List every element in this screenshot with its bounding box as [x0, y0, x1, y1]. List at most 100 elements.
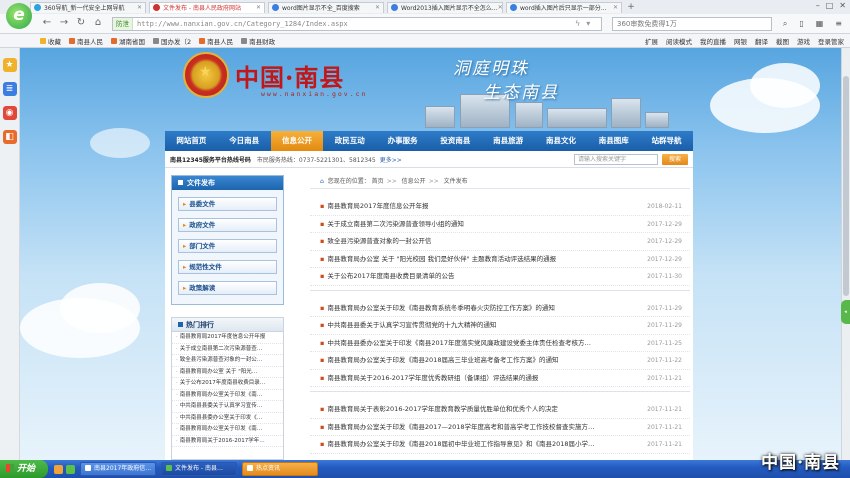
toolbar-extensions[interactable]: 扩展 [645, 36, 658, 46]
hot-item[interactable]: · 中共南县县委关于认真学习宣传… [172, 401, 283, 413]
new-tab-button[interactable]: + [625, 2, 637, 13]
chevron-down-icon[interactable]: ▾ [586, 19, 590, 28]
weibo-icon[interactable]: ◉ [2, 106, 17, 120]
nav-info-public[interactable]: 信息公开 [270, 131, 324, 151]
nav-services[interactable]: 办事服务 [376, 131, 429, 151]
article-row[interactable]: ▪ 中共南县县委关于认真学习宣传贯彻党的十九大精神的通知 2017-11-29 [310, 317, 690, 335]
folder-icon[interactable] [54, 464, 63, 474]
article-row[interactable]: ▪ 南县教育局办公室 关于 "阳光校园 我们是好伙伴" 主题教育活动评选结果的通报… [310, 251, 690, 268]
article-row[interactable]: ▪ 南县教育局关于表彰2016-2017学年度教育教学质量优胜单位和优秀个人的决定… [310, 401, 690, 419]
article-row[interactable]: ▪ 南县教育局办公室关于印发《南县2018届初中毕业班工作指导意见》和《南县201… [310, 436, 690, 454]
nav-culture[interactable]: 南县文化 [535, 131, 588, 151]
close-tab-icon[interactable]: ✕ [256, 4, 261, 11]
article-list-panel: ⌂ 您现在的位置： 首页 >> 信息公开 >> 文件发布 ▪ 南县教育局2017年度信… [310, 175, 690, 460]
category-county-committee[interactable]: ▸ 县委文件 [178, 197, 277, 211]
browser-tab[interactable]: 360导航_新一代安全上网导航 ✕ [30, 1, 146, 13]
close-tab-icon[interactable]: ✕ [137, 4, 142, 11]
toolbar-bank[interactable]: 网银 [734, 36, 747, 46]
nav-interaction[interactable]: 政民互动 [323, 131, 376, 151]
category-department[interactable]: ▸ 部门文件 [178, 239, 277, 253]
hot-item[interactable]: · 关于成立南县第二次污染源普查… [172, 344, 283, 355]
nav-gallery[interactable]: 南县图库 [587, 131, 640, 151]
hot-item[interactable]: · 关于公布2017年度南县收费目录… [172, 378, 283, 390]
toolbar-games[interactable]: 游戏 [797, 36, 810, 46]
url-input[interactable]: 防泄 http://www.nanxian.gov.cn/Category_12… [112, 17, 602, 31]
home-icon[interactable]: ⌂ [91, 17, 105, 28]
phone-icon[interactable]: ▯ [799, 19, 803, 29]
lightning-icon[interactable]: ϟ [575, 19, 580, 28]
star-icon [40, 37, 46, 44]
hot-item[interactable]: · 南县教育局办公室 关于 "阳光… [172, 367, 283, 378]
nav-home[interactable]: 网站首页 [165, 131, 218, 151]
browser-tab-active[interactable]: 文件发布 - 南县人民政府网站 ✕ [149, 1, 265, 13]
favorite-item[interactable]: 南县财政 [241, 36, 275, 46]
page-scrollbar[interactable] [841, 48, 850, 460]
browser-tab[interactable]: Word2013插入图片显示不全怎么… ✕ [387, 1, 503, 13]
share-tab-icon[interactable]: ◂ [841, 300, 850, 324]
article-row[interactable]: ▪ 南县教育局关于2016-2017学年度优秀教研组（备课组）评选结果的通报 201… [310, 370, 690, 387]
breadcrumb-file-release[interactable]: 文件发布 [444, 178, 468, 185]
toolbar-login[interactable]: 登录管家 [818, 36, 844, 46]
scrollbar-thumb[interactable] [843, 76, 849, 296]
taskbar-item-active[interactable]: 文件发布 - 南县… [161, 462, 237, 476]
favorite-item[interactable]: 国办发〔2 [153, 36, 191, 46]
category-panel-title: 文件发布 [172, 176, 283, 190]
nav-tourism[interactable]: 南县旅游 [482, 131, 535, 151]
article-row[interactable]: ▪ 南县教育局2017年度信息公开年报 2018-02-11 [310, 198, 690, 216]
favorite-item[interactable]: 湖南省国 [111, 36, 145, 46]
breadcrumb-info-public[interactable]: 信息公开 [402, 178, 426, 185]
app-icon[interactable]: ◧ [2, 130, 17, 144]
toolbar-translate[interactable]: 翻译 [755, 36, 768, 46]
back-icon[interactable]: ← [40, 17, 54, 28]
article-row[interactable]: ▪ 南县教育局办公室关于印发《南县2017—2018学年度高考和普高学考工作技校督… [310, 419, 690, 436]
close-tab-icon[interactable]: ✕ [375, 4, 380, 11]
favorites-star-icon[interactable]: ★ [2, 58, 17, 72]
category-policy-interpretation[interactable]: ▸ 政策解读 [178, 281, 277, 295]
site-search-input[interactable]: 请输入搜索关键字 [574, 154, 658, 165]
start-button[interactable]: 开始 [0, 460, 48, 478]
more-link[interactable]: 更多>> [380, 155, 402, 164]
close-tab-icon[interactable]: ✕ [498, 4, 502, 11]
search-icon[interactable]: ⌕ [783, 19, 787, 29]
favorite-item[interactable]: 南县人民 [69, 36, 103, 46]
hot-item[interactable]: · 中共南县县委办公室关于印发《… [172, 413, 283, 424]
close-tab-icon[interactable]: ✕ [613, 4, 618, 11]
taskbar-item[interactable]: 南县2017年政府信… [80, 462, 156, 476]
hot-item[interactable]: · 南县教育局办公室关于印发《南… [172, 424, 283, 436]
refresh-icon[interactable]: ↻ [74, 17, 88, 28]
nav-today[interactable]: 今日南县 [218, 131, 271, 151]
article-row[interactable]: ▪ 南县教育局办公室关于印发《南县2018届高三毕业班高考备考工作方案》的通知 20… [310, 352, 690, 370]
article-row[interactable]: ▪ 关于公布2017年度南县收费目录清单的公告 2017-11-30 [310, 268, 690, 286]
browser-icon[interactable] [66, 464, 75, 474]
hot-item[interactable]: · 南县教育局办公室关于印发《南… [172, 390, 283, 401]
breadcrumb-home[interactable]: 首页 [372, 178, 384, 185]
browser-tab[interactable]: word图片显示不全_百度搜索 ✕ [268, 1, 384, 13]
browser-tab[interactable]: word插入图片后只显示一部分… ✕ [506, 1, 622, 13]
grid-icon[interactable]: ▦ [816, 19, 824, 29]
hot-item[interactable]: · 南县教育局2017年度信息公开年报 [172, 332, 283, 344]
hot-item[interactable]: · 南县教育局关于2016-2017学年… [172, 436, 283, 447]
article-row[interactable]: ▪ 南县教育局办公室关于印发《南县教育系统冬季明春火灾防控工作方案》的通知 2017… [310, 300, 690, 317]
taskbar-item[interactable]: 热点资讯 [242, 462, 318, 476]
toolbar-screenshot[interactable]: 截图 [776, 36, 789, 46]
toolbar-reading-mode[interactable]: 阅读模式 [666, 36, 692, 46]
site-search-button[interactable]: 搜索 [662, 154, 688, 165]
category-normative[interactable]: ▸ 规范性文件 [178, 260, 277, 274]
favorite-item[interactable]: 南县人民 [199, 36, 233, 46]
close-window-icon[interactable]: ✕ [839, 1, 846, 10]
browser-search-input[interactable]: 360审数免费得1万 [612, 17, 772, 31]
forward-icon[interactable]: → [57, 17, 71, 28]
hot-item[interactable]: · 致全县污染源普查对象的一封公… [172, 355, 283, 367]
menu-icon[interactable]: ≡ [835, 19, 842, 29]
article-row[interactable]: ▪ 关于成立南县第二次污染源普查领导小组的通知 2017-12-29 [310, 216, 690, 233]
category-government[interactable]: ▸ 政府文件 [178, 218, 277, 232]
article-row[interactable]: ▪ 中共南县县委办公室关于印发《南县2017年度落实党风廉政建设党委主体责任检查考… [310, 335, 690, 352]
maximize-icon[interactable]: □ [826, 1, 834, 10]
article-row[interactable]: ▪ 致全县污染源普查对象的一封公开信 2017-12-29 [310, 233, 690, 251]
history-icon[interactable]: ≣ [2, 82, 17, 96]
favorite-item[interactable]: 收藏 [40, 36, 61, 46]
nav-investment[interactable]: 投资南县 [429, 131, 482, 151]
nav-site-group[interactable]: 站群导航 [640, 131, 693, 151]
toolbar-live[interactable]: 我的直播 [700, 36, 726, 46]
minimize-icon[interactable]: – [816, 1, 820, 10]
